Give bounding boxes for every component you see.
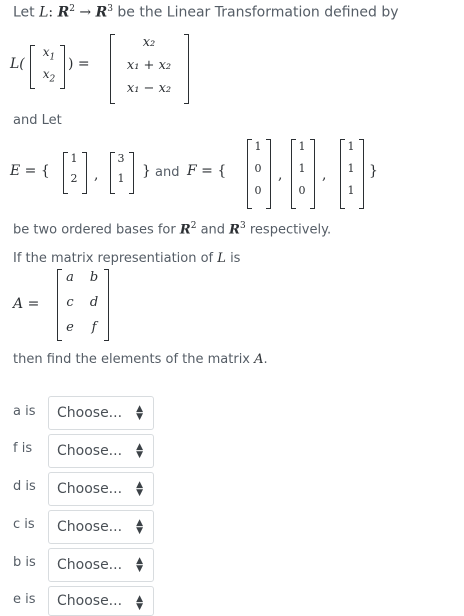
answer-select-a[interactable]: Choose... ▲ ▼: [48, 396, 154, 430]
find-elements-text: then find the elements of the matrix A.: [13, 352, 268, 367]
right-bracket: [184, 34, 189, 104]
E-label: E = {: [10, 163, 50, 179]
answer-label: b is: [13, 555, 36, 570]
A-label: A =: [13, 296, 40, 312]
input-x1: x1: [42, 45, 56, 63]
answer-label: f is: [13, 441, 33, 456]
right-bracket: [60, 45, 65, 89]
input-x2: x2: [42, 67, 56, 85]
updown-caret-icon: ▲ ▼: [136, 518, 143, 536]
answer-select-c[interactable]: Choose... ▲ ▼: [48, 510, 154, 544]
answer-select-b[interactable]: Choose... ▲ ▼: [48, 548, 154, 582]
intro-line: Let L: R2 → R3 be the Linear Transformat…: [13, 4, 399, 21]
answer-label: d is: [13, 479, 36, 494]
updown-caret-icon: ▲ ▼: [136, 556, 143, 574]
answer-label: e is: [13, 592, 36, 607]
updown-caret-icon: ▲ ▼: [136, 480, 143, 498]
answer-label: a is: [13, 404, 36, 419]
bases-text: be two ordered bases for R2 and R3 respe…: [13, 221, 332, 238]
matrix-representation-text: If the matrix representiation of L is: [13, 251, 241, 266]
updown-caret-icon: ▲ ▼: [136, 442, 143, 460]
updown-caret-icon: ▲ ▼: [136, 594, 143, 612]
left-bracket: [30, 45, 35, 89]
F-label: F = {: [187, 163, 227, 179]
answer-select-e[interactable]: Choose... ▲ ▼: [48, 586, 154, 616]
updown-caret-icon: ▲ ▼: [136, 404, 143, 422]
answer-select-f[interactable]: Choose... ▲ ▼: [48, 434, 154, 468]
answer-select-d[interactable]: Choose... ▲ ▼: [48, 472, 154, 506]
answer-label: c is: [13, 517, 35, 532]
and-let-text: and Let: [13, 113, 62, 128]
